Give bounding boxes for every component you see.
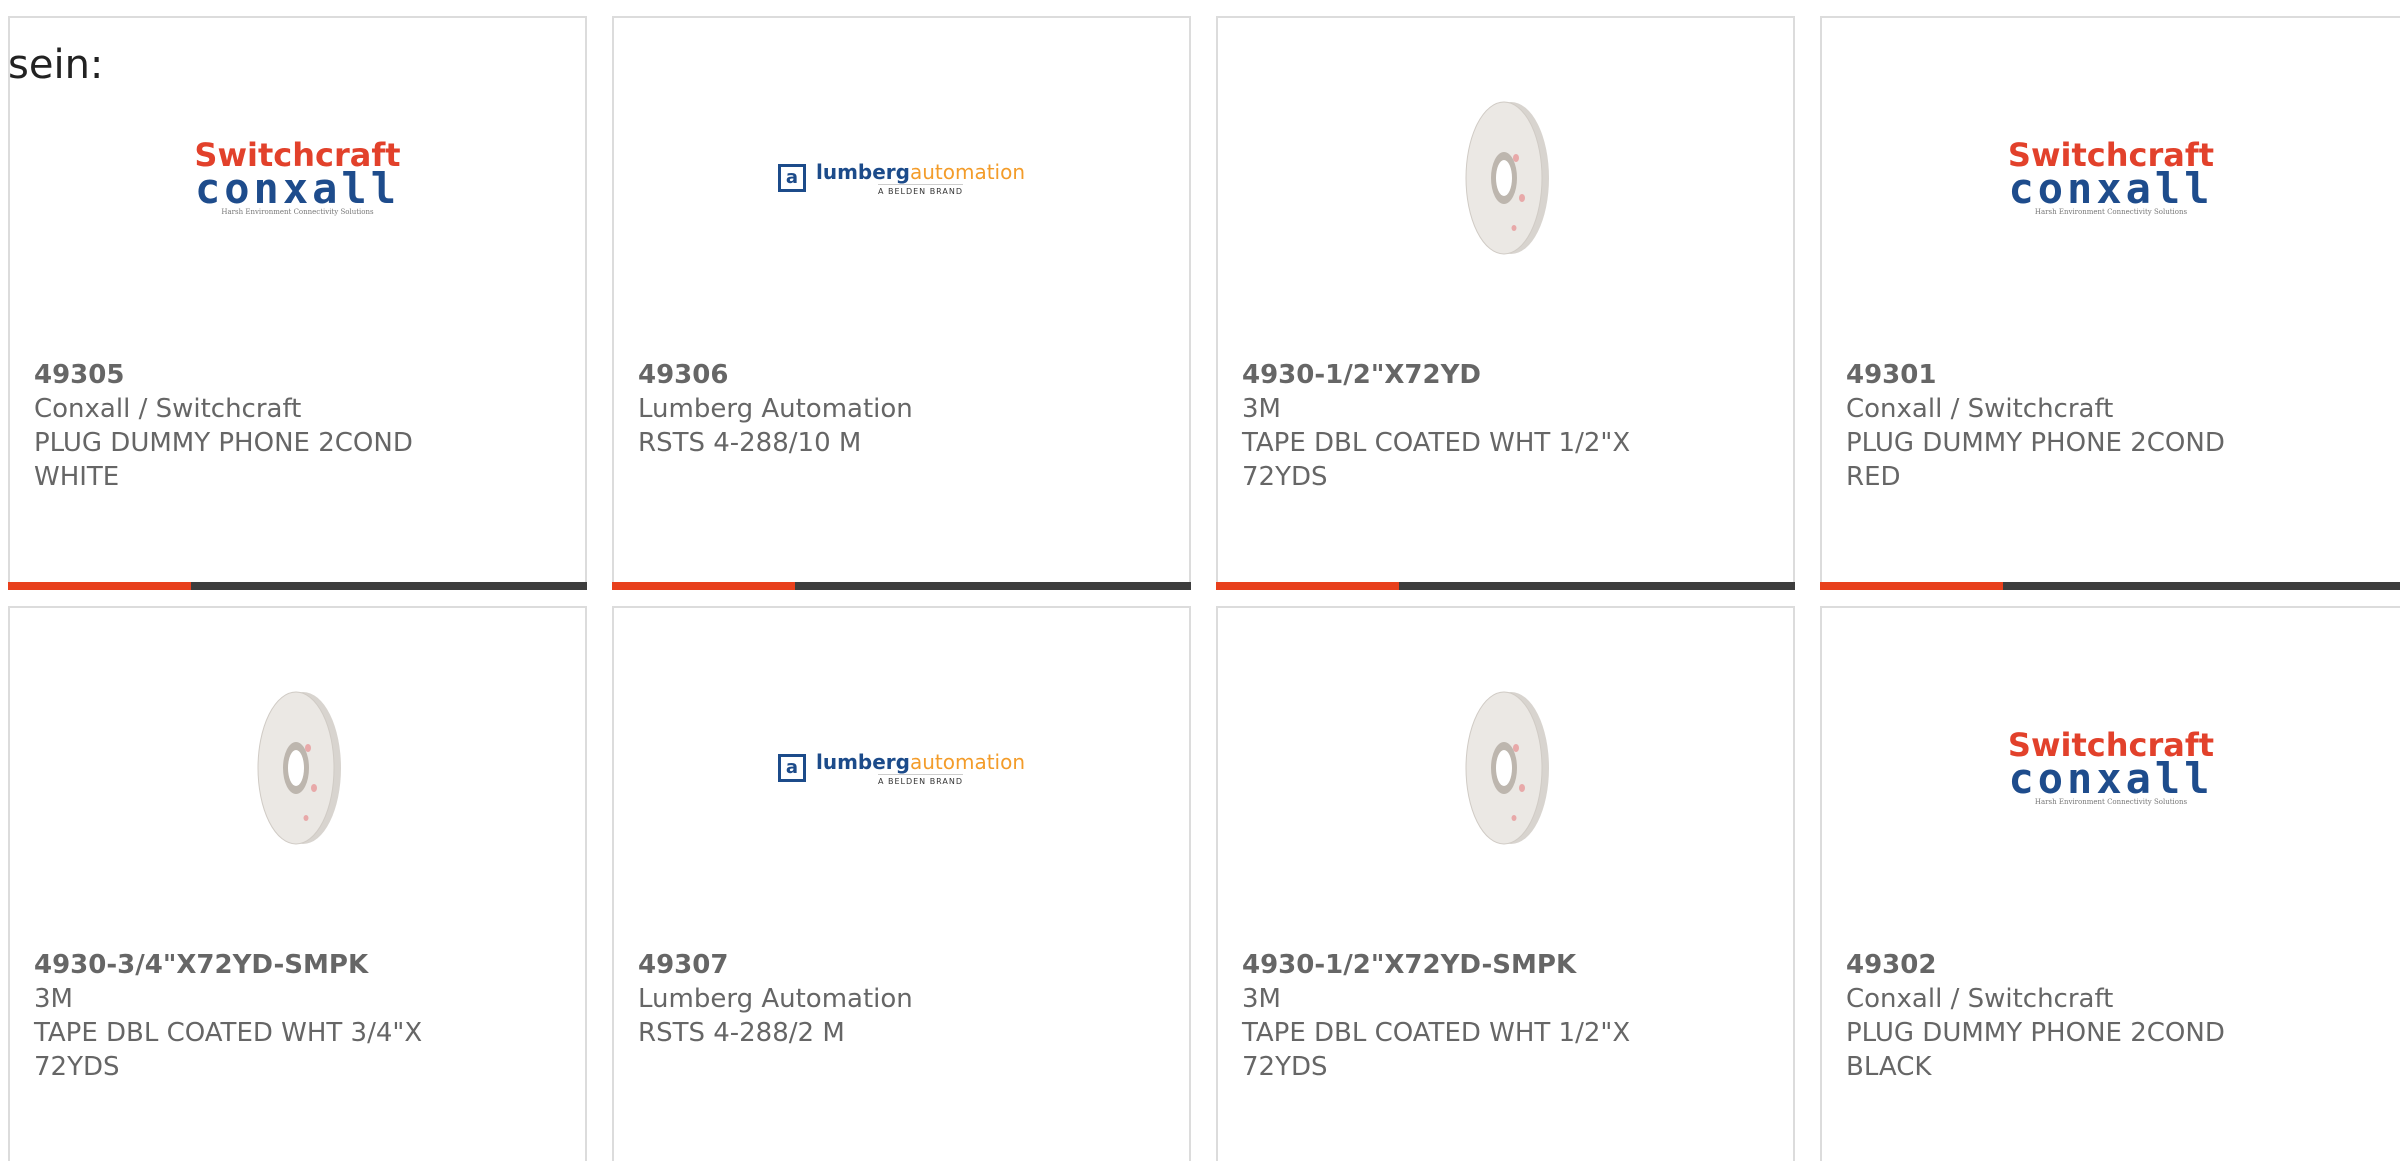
product-info: 4930-3/4"X72YD-SMPK 3M TAPE DBL COATED W… [34, 948, 561, 1084]
product-grid: Switchcraft conxall Harsh Environment Co… [0, 0, 2400, 1161]
part-number-link[interactable]: 49305 [34, 358, 561, 392]
product-info: 49301 Conxall / Switchcraft PLUG DUMMY P… [1846, 358, 2376, 494]
product-image[interactable] [1218, 683, 1793, 853]
description: PLUG DUMMY PHONE 2COND RED [1846, 428, 2225, 492]
product-image[interactable] [10, 683, 585, 853]
product-image[interactable]: Switchcraft conxall Harsh Environment Co… [10, 93, 585, 263]
card-accent [612, 582, 795, 590]
product-card[interactable]: 4930-1/2"X72YD 3M TAPE DBL COATED WHT 1/… [1216, 16, 1795, 590]
product-image[interactable] [1218, 93, 1793, 263]
manufacturer: Lumberg Automation [638, 984, 913, 1014]
manufacturer: Conxall / Switchcraft [34, 394, 302, 424]
description: PLUG DUMMY PHONE 2COND WHITE [34, 428, 413, 492]
product-info: 49302 Conxall / Switchcraft PLUG DUMMY P… [1846, 948, 2376, 1084]
product-info: 49305 Conxall / Switchcraft PLUG DUMMY P… [34, 358, 561, 494]
product-card[interactable]: 4930-1/2"X72YD-SMPK 3M TAPE DBL COATED W… [1216, 606, 1795, 1161]
lumberg-logo: a lumbergautomation A BELDEN BRAND [777, 160, 1025, 196]
switchcraft-logo: Switchcraft conxall Harsh Environment Co… [2007, 726, 2215, 806]
product-image[interactable]: a lumbergautomation A BELDEN BRAND [614, 93, 1189, 263]
manufacturer: 3M [34, 984, 73, 1014]
card-accent [1216, 582, 1399, 590]
product-info: 4930-1/2"X72YD 3M TAPE DBL COATED WHT 1/… [1242, 358, 1769, 494]
description: RSTS 4-288/2 M [638, 1018, 845, 1048]
card-bottom-bar [612, 582, 1191, 590]
product-card[interactable]: 4930-3/4"X72YD-SMPK 3M TAPE DBL COATED W… [8, 606, 587, 1161]
part-number-link[interactable]: 49301 [1846, 358, 2376, 392]
tape-roll-image [1465, 691, 1549, 845]
lumberg-logo: a lumbergautomation A BELDEN BRAND [777, 750, 1025, 786]
switchcraft-logo: Switchcraft conxall Harsh Environment Co… [2007, 136, 2215, 216]
part-number-link[interactable]: 49307 [638, 948, 1165, 982]
product-card[interactable]: a lumbergautomation A BELDEN BRAND 49306… [612, 16, 1191, 590]
card-bottom-bar [1820, 582, 2400, 590]
manufacturer: Lumberg Automation [638, 394, 913, 424]
tape-roll-image [1465, 101, 1549, 255]
card-bottom-bar [8, 582, 587, 590]
product-info: 49306 Lumberg Automation RSTS 4-288/10 M [638, 358, 1165, 460]
switchcraft-logo: Switchcraft conxall Harsh Environment Co… [194, 136, 401, 216]
part-number-link[interactable]: 4930-3/4"X72YD-SMPK [34, 948, 561, 982]
card-accent [8, 582, 191, 590]
manufacturer: Conxall / Switchcraft [1846, 984, 2114, 1014]
lead-text: sein: [8, 42, 104, 88]
product-image[interactable]: Switchcraft conxall Harsh Environment Co… [1822, 93, 2400, 263]
part-number-link[interactable]: 49306 [638, 358, 1165, 392]
description: RSTS 4-288/10 M [638, 428, 862, 458]
manufacturer: 3M [1242, 984, 1281, 1014]
card-bottom-bar [1216, 582, 1795, 590]
description: TAPE DBL COATED WHT 3/4"X 72YDS [34, 1018, 423, 1082]
part-number-link[interactable]: 4930-1/2"X72YD [1242, 358, 1769, 392]
manufacturer: Conxall / Switchcraft [1846, 394, 2114, 424]
product-card[interactable]: a lumbergautomation A BELDEN BRAND 49307… [612, 606, 1191, 1161]
product-info: 49307 Lumberg Automation RSTS 4-288/2 M [638, 948, 1165, 1050]
product-image[interactable]: Switchcraft conxall Harsh Environment Co… [1822, 683, 2400, 853]
tape-roll-image [257, 691, 341, 845]
product-card[interactable]: Switchcraft conxall Harsh Environment Co… [8, 16, 587, 590]
product-card[interactable]: Switchcraft conxall Harsh Environment Co… [1820, 606, 2400, 1161]
product-card[interactable]: Switchcraft conxall Harsh Environment Co… [1820, 16, 2400, 590]
manufacturer: 3M [1242, 394, 1281, 424]
description: TAPE DBL COATED WHT 1/2"X 72YDS [1242, 1018, 1631, 1082]
card-accent [1820, 582, 2003, 590]
product-info: 4930-1/2"X72YD-SMPK 3M TAPE DBL COATED W… [1242, 948, 1769, 1084]
part-number-link[interactable]: 4930-1/2"X72YD-SMPK [1242, 948, 1769, 982]
product-image[interactable]: a lumbergautomation A BELDEN BRAND [614, 683, 1189, 853]
description: PLUG DUMMY PHONE 2COND BLACK [1846, 1018, 2225, 1082]
description: TAPE DBL COATED WHT 1/2"X 72YDS [1242, 428, 1631, 492]
part-number-link[interactable]: 49302 [1846, 948, 2376, 982]
